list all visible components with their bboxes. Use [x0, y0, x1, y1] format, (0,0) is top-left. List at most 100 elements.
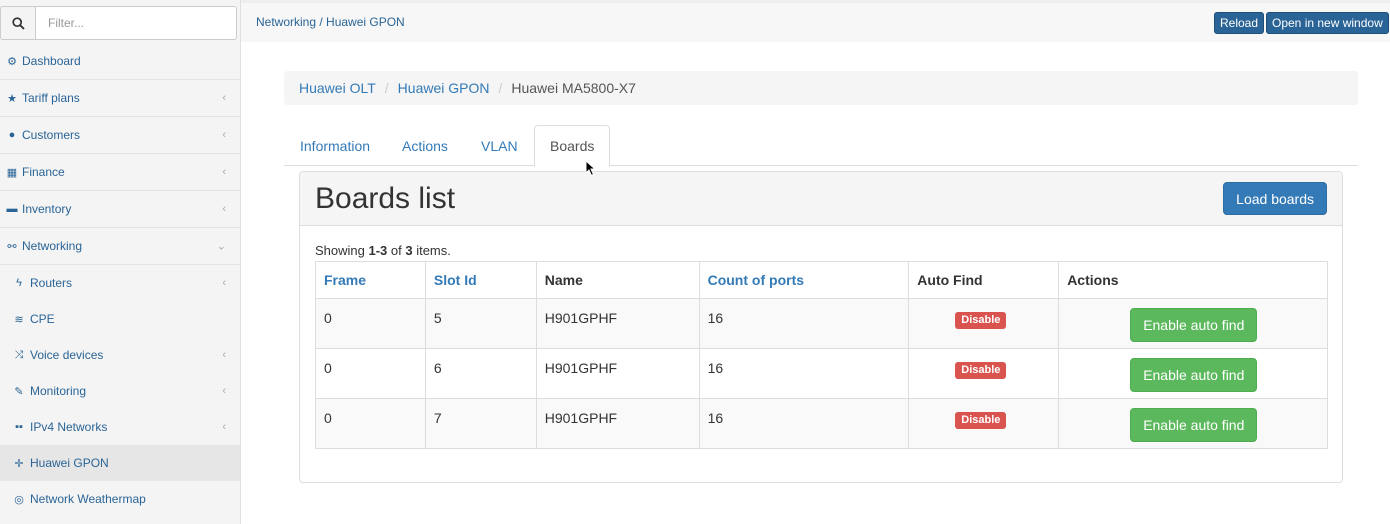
sidebar-item-label: Voice devices — [30, 348, 104, 362]
cell-slot-id: 6 — [424, 348, 537, 399]
sidebar-item-label: Inventory — [22, 202, 72, 216]
sidebar-item-label: Customers — [22, 128, 81, 142]
breadcrumb-link-huawei-gpon[interactable]: Huawei GPON — [398, 80, 490, 96]
summary-prefix: Showing — [315, 243, 369, 258]
tab-boards[interactable]: Boards — [534, 125, 611, 167]
cell-count-of-ports: 16 — [698, 398, 910, 449]
table-row: 0 7 H901GPHF 16 Disable Enable auto find — [315, 398, 1328, 449]
chevron-left-icon: ‹ — [222, 92, 226, 104]
sidebar-item-label: Dashboard — [22, 54, 81, 68]
cell-frame: 0 — [315, 348, 426, 399]
summary-mid: of — [387, 243, 406, 258]
folder-icon: ▬ — [6, 203, 18, 215]
chevron-left-icon: ‹ — [222, 385, 226, 397]
cell-count-of-ports: 16 — [698, 298, 910, 349]
sidebar-item-cpe[interactable]: ≋ CPE — [0, 301, 240, 337]
column-header-frame[interactable]: Frame — [315, 261, 426, 299]
mouse-cursor-icon — [585, 160, 596, 177]
tab-actions[interactable]: Actions — [387, 125, 463, 166]
cell-actions: Enable auto find — [1058, 398, 1328, 449]
sidebar-item-label: IPv4 Networks — [30, 420, 108, 434]
enable-auto-find-button[interactable]: Enable auto find — [1130, 308, 1258, 342]
boards-table: Frame Slot Id Name Count of ports Auto F… — [315, 261, 1328, 449]
topbar: Networking / Huawei GPON Reload Open in … — [241, 0, 1390, 42]
table-summary: Showing 1-3 of 3 items. — [315, 243, 451, 258]
sidebar-item-label: Network Weathermap — [30, 492, 146, 506]
enable-auto-find-button[interactable]: Enable auto find — [1130, 358, 1258, 392]
random-icon: ⤨ — [14, 348, 24, 361]
th-large-icon: ▪▪ — [15, 421, 23, 433]
column-header-actions: Actions — [1058, 261, 1328, 299]
sidebar-item-ipv4-networks[interactable]: ▪▪ IPv4 Networks ‹ — [0, 409, 240, 445]
sidebar-item-voice-devices[interactable]: ⤨ Voice devices ‹ — [0, 337, 240, 373]
cell-slot-id: 7 — [424, 398, 537, 449]
column-header-slot-id[interactable]: Slot Id — [424, 261, 537, 299]
sidebar-item-customers[interactable]: ● Customers ‹ — [0, 117, 240, 154]
chevron-left-icon: ‹ — [222, 166, 226, 178]
summary-total: 3 — [405, 243, 413, 258]
table-header-row: Frame Slot Id Name Count of ports Auto F… — [315, 261, 1328, 299]
auto-find-status-badge: Disable — [955, 362, 1007, 379]
column-header-count-of-ports[interactable]: Count of ports — [698, 261, 910, 299]
star-icon: ★ — [7, 92, 17, 105]
sidebar-item-inventory[interactable]: ▬ Inventory ‹ — [0, 191, 240, 228]
breadcrumb: Huawei OLT / Huawei GPON / Huawei MA5800… — [284, 71, 1358, 105]
bolt-icon: ϟ — [16, 277, 22, 289]
page-title: Networking / Huawei GPON — [256, 15, 405, 29]
sidebar-item-monitoring[interactable]: ✎ Monitoring ‹ — [0, 373, 240, 409]
user-icon: ● — [8, 129, 16, 141]
calculator-icon: ▦ — [6, 166, 18, 179]
sidebar-item-networking[interactable]: ⚯ Networking ⌄ — [0, 228, 240, 265]
search-icon — [11, 16, 25, 30]
cell-actions: Enable auto find — [1058, 348, 1328, 399]
summary-suffix: items. — [412, 243, 451, 258]
tab-bar: Information Actions VLAN Boards — [284, 125, 1358, 167]
sidebar-item-label: Finance — [22, 165, 65, 179]
sidebar-item-dashboard[interactable]: ⚙ Dashboard — [0, 43, 240, 80]
wifi-icon: ≋ — [14, 313, 24, 326]
table-row: 0 5 H901GPHF 16 Disable Enable auto find — [315, 298, 1328, 349]
enable-auto-find-button[interactable]: Enable auto find — [1130, 408, 1258, 442]
sidebar-item-network-weathermap[interactable]: ◎ Network Weathermap — [0, 481, 240, 517]
sidebar-search — [0, 6, 240, 40]
magic-icon: ✎ — [14, 385, 24, 398]
sidebar-item-label: Tariff plans — [22, 91, 80, 105]
sidebar-item-tariff-plans[interactable]: ★ Tariff plans ‹ — [0, 80, 240, 117]
table-row: 0 6 H901GPHF 16 Disable Enable auto find — [315, 348, 1328, 399]
sidebar-item-finance[interactable]: ▦ Finance ‹ — [0, 154, 240, 191]
cell-actions: Enable auto find — [1058, 298, 1328, 349]
sidebar-item-label: Monitoring — [30, 384, 87, 398]
cell-name: H901GPHF — [535, 348, 700, 399]
boards-panel: Boards list Load boards Showing 1-3 of 3… — [299, 171, 1343, 483]
tab-information[interactable]: Information — [285, 125, 385, 166]
auto-find-status-badge: Disable — [955, 312, 1007, 329]
load-boards-button[interactable]: Load boards — [1223, 182, 1327, 215]
column-header-auto-find: Auto Find — [908, 261, 1060, 299]
cell-frame: 0 — [315, 298, 426, 349]
globe-icon: ◎ — [14, 493, 24, 506]
breadcrumb-link-huawei-olt[interactable]: Huawei OLT — [299, 80, 376, 96]
sidebar: ⚙ Dashboard ★ Tariff plans ‹ ● Customers… — [0, 0, 241, 524]
cell-slot-id: 5 — [424, 298, 537, 349]
auto-find-status-badge: Disable — [955, 412, 1007, 429]
open-new-window-button[interactable]: Open in new window — [1266, 12, 1389, 34]
chevron-left-icon: ‹ — [222, 421, 226, 433]
search-button[interactable] — [0, 6, 36, 40]
tab-vlan[interactable]: VLAN — [466, 125, 533, 166]
sitemap-icon: ⚯ — [7, 240, 17, 253]
chevron-left-icon: ‹ — [222, 129, 226, 141]
panel-header: Boards list Load boards — [300, 172, 1342, 226]
reload-button[interactable]: Reload — [1214, 12, 1265, 34]
chevron-left-icon: ‹ — [222, 203, 226, 215]
chevron-left-icon: ‹ — [222, 349, 226, 361]
sidebar-item-label: CPE — [30, 312, 55, 326]
chevron-left-icon: ‹ — [222, 277, 226, 289]
column-header-name: Name — [535, 261, 700, 299]
cell-name: H901GPHF — [535, 298, 700, 349]
sidebar-item-label: Networking — [22, 239, 83, 253]
breadcrumb-separator: / — [498, 80, 503, 96]
sidebar-item-huawei-gpon[interactable]: ✛ Huawei GPON — [0, 445, 240, 481]
sidebar-item-routers[interactable]: ϟ Routers ‹ — [0, 265, 240, 301]
breadcrumb-separator: / — [384, 80, 389, 96]
search-input[interactable] — [35, 6, 237, 40]
